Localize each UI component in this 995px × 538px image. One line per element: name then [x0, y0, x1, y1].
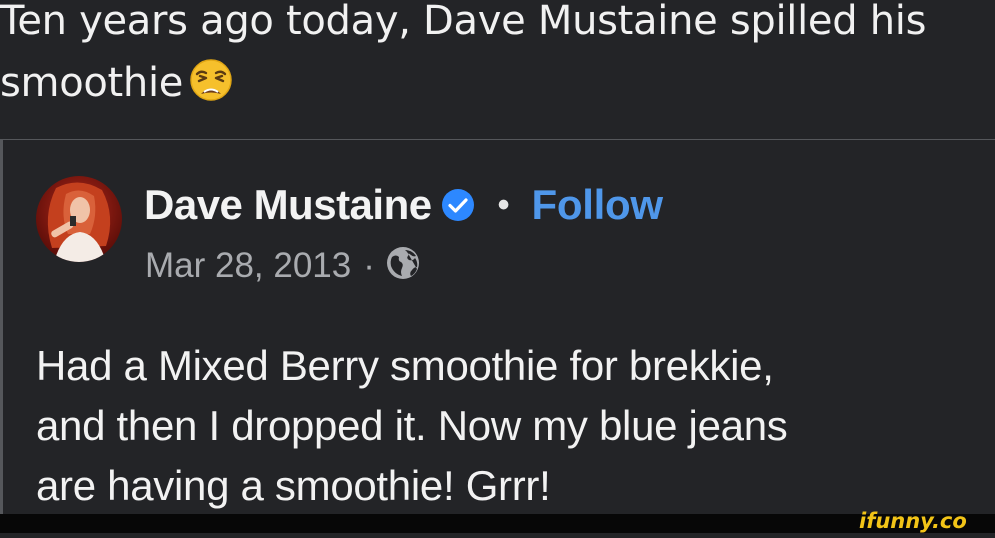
- headline-line: Ten years ago today, Dave Mustaine spill…: [0, 0, 927, 44]
- footer-bar: [0, 514, 995, 533]
- author-row: Dave Mustaine • Follow: [144, 181, 663, 229]
- post-body-line: Had a Mixed Berry smoothie for brekkie,: [36, 342, 774, 389]
- verified-checkmark-icon: [440, 187, 476, 228]
- author-name[interactable]: Dave Mustaine: [144, 181, 432, 229]
- headline-text: smoothie: [0, 60, 184, 106]
- watermark-text: ifunny.co: [859, 509, 967, 533]
- meta-separator: ·: [363, 246, 375, 285]
- post-body: Had a Mixed Berry smoothie for brekkie, …: [36, 336, 986, 516]
- headline-line: smoothie: [0, 52, 995, 120]
- globe-icon: [385, 245, 421, 290]
- quoted-post-card[interactable]: Dave Mustaine • Follow Mar 28, 2013 · Ha…: [0, 140, 995, 514]
- weary-face-icon: [189, 58, 233, 120]
- avatar[interactable]: [36, 176, 122, 262]
- post-body-line: are having a smoothie! Grrr!: [36, 462, 551, 509]
- separator-dot: •: [497, 185, 510, 224]
- ifunny-watermark-logo: ifunny.co: [857, 507, 987, 533]
- follow-button[interactable]: Follow: [532, 181, 663, 229]
- post-meta: Mar 28, 2013 ·: [145, 243, 421, 289]
- post-date[interactable]: Mar 28, 2013: [145, 246, 351, 286]
- meme-headline: Ten years ago today, Dave Mustaine spill…: [0, 0, 995, 120]
- post-body-line: and then I dropped it. Now my blue jeans: [36, 402, 788, 449]
